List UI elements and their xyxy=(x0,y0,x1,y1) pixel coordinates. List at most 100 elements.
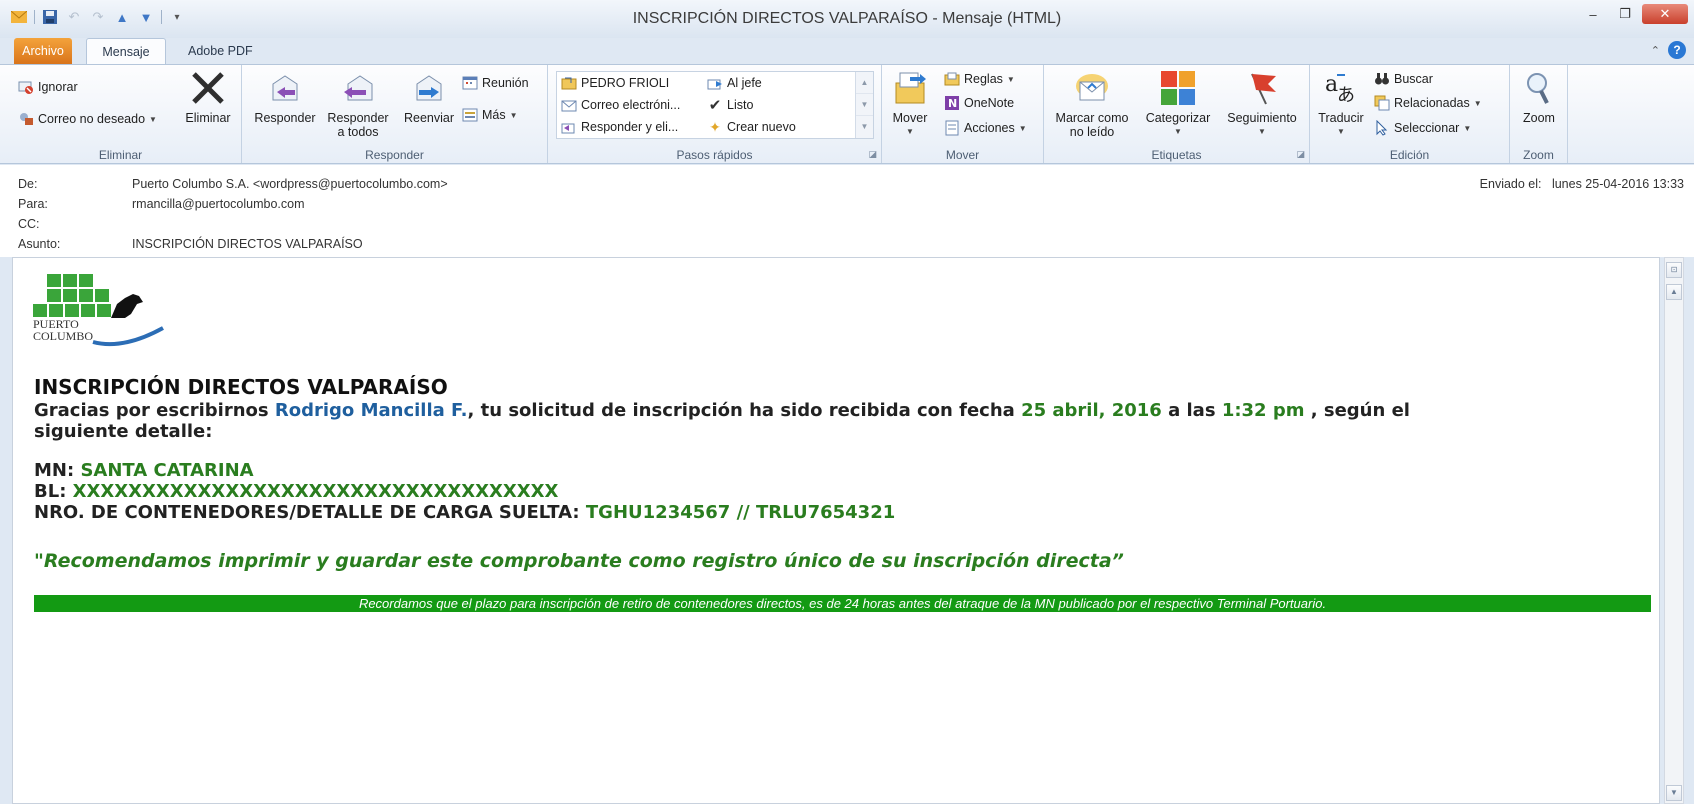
move-to-folder-icon xyxy=(561,75,577,91)
logo-text: PUERTO COLUMBO xyxy=(33,317,94,343)
delete-button[interactable]: Eliminar xyxy=(180,69,236,125)
move-icon xyxy=(890,69,930,107)
group-edicion: aあ Traducir ▼ Buscar Relacionadas ▼ Sele… xyxy=(1310,65,1510,163)
group-eliminar: Ignorar Correo no deseado ▼ Eliminar Eli… xyxy=(0,65,242,163)
ribbon-tabs: Archivo Mensaje Adobe PDF ⌃ ? xyxy=(0,38,1694,64)
scroll-down-icon[interactable]: ▼ xyxy=(856,94,873,116)
window-title: INSCRIPCIÓN DIRECTOS VALPARAÍSO - Mensaj… xyxy=(632,10,1062,27)
view-options-icon[interactable]: ⊡ xyxy=(1666,262,1682,278)
request-date: 25 abril, 2016 xyxy=(1021,400,1162,421)
sent-date: Enviado el: lunes 25-04-2016 13:33 xyxy=(1480,177,1684,191)
select-button[interactable]: Seleccionar ▼ xyxy=(1374,120,1471,136)
quick-step-item[interactable]: ✦ Crear nuevo xyxy=(707,119,796,135)
group-label-edicion: Edición xyxy=(1389,148,1430,162)
greeting-line-2: siguiente detalle: xyxy=(34,421,213,442)
scroll-down-icon[interactable]: ▼ xyxy=(1666,785,1682,801)
translate-button[interactable]: aあ Traducir ▼ xyxy=(1316,69,1366,139)
mn-value: SANTA CATARINA xyxy=(80,460,254,481)
quick-step-item[interactable]: ✔ Listo xyxy=(707,97,754,114)
close-icon[interactable]: ✕ xyxy=(1642,4,1688,24)
group-label-mover: Mover xyxy=(945,148,980,162)
quick-steps-scroll[interactable]: ▲ ▼ ▼ xyxy=(855,72,873,138)
actions-icon xyxy=(944,120,960,136)
actions-button[interactable]: Acciones ▼ xyxy=(944,120,1027,136)
deadline-banner: Recordamos que el plazo para inscripción… xyxy=(34,595,1651,612)
ignore-button[interactable]: Ignorar xyxy=(18,79,78,95)
rules-button[interactable]: Reglas ▼ xyxy=(944,71,1015,87)
expand-gallery-icon[interactable]: ▼ xyxy=(856,116,873,138)
mark-unread-button[interactable]: Marcar como no leído xyxy=(1050,69,1134,139)
scroll-up-icon[interactable]: ▲ xyxy=(1666,284,1682,300)
reply-icon xyxy=(265,69,305,107)
ribbon: Ignorar Correo no deseado ▼ Eliminar Eli… xyxy=(0,64,1694,164)
scroll-up-icon[interactable]: ▲ xyxy=(856,72,873,94)
body-title: INSCRIPCIÓN DIRECTOS VALPARAÍSO xyxy=(34,375,448,399)
svg-text:あ: あ xyxy=(1337,85,1355,105)
dialog-launcher-icon[interactable]: ◪ xyxy=(1296,149,1305,160)
reply-all-icon xyxy=(338,69,378,107)
group-etiquetas: Marcar como no leído Categorizar ▼ Segui… xyxy=(1044,65,1310,163)
more-icon xyxy=(462,107,478,123)
rules-icon xyxy=(944,71,960,87)
tab-adobe-pdf[interactable]: Adobe PDF xyxy=(178,38,263,64)
group-zoom: Zoom Zoom xyxy=(1510,65,1568,163)
reply-all-button[interactable]: Responder a todos xyxy=(322,69,394,139)
envelope-icon xyxy=(1072,69,1112,107)
group-label-zoom: Zoom xyxy=(1523,148,1554,162)
from-value[interactable]: Puerto Columbo S.A. <wordpress@puertocol… xyxy=(132,177,448,191)
quick-step-item[interactable]: Correo electróni... xyxy=(561,97,680,113)
mn-line: MN: SANTA CATARINA xyxy=(34,460,254,481)
restore-icon[interactable]: ❐ xyxy=(1610,4,1640,24)
request-time: 1:32 pm xyxy=(1221,400,1305,421)
recommendation-quote: "Recomendamos imprimir y guardar este co… xyxy=(34,550,1124,572)
translate-icon: aあ xyxy=(1321,69,1361,107)
help-icon[interactable]: ? xyxy=(1668,41,1686,59)
message-body[interactable]: PUERTO COLUMBO INSCRIPCIÓN DIRECTOS VALP… xyxy=(12,257,1660,804)
dialog-launcher-icon[interactable]: ◪ xyxy=(868,149,877,160)
to-label: Para: xyxy=(18,197,48,211)
from-label: De: xyxy=(18,177,38,191)
group-mover: Mover ▼ Reglas ▼ N OneNote Acciones ▼ Mo… xyxy=(882,65,1044,163)
tab-message[interactable]: Mensaje xyxy=(86,38,166,64)
forward-button[interactable]: Reenviar xyxy=(397,69,461,125)
onenote-icon: N xyxy=(944,95,960,111)
subject-value: INSCRIPCIÓN DIRECTOS VALPARAÍSO xyxy=(132,237,363,251)
minimize-ribbon-icon[interactable]: ⌃ xyxy=(1651,44,1660,57)
minimize-icon[interactable]: – xyxy=(1578,4,1608,24)
related-button[interactable]: Relacionadas ▼ xyxy=(1374,95,1482,111)
more-respond-button[interactable]: Más ▼ xyxy=(462,107,518,123)
svg-text:N: N xyxy=(948,97,957,110)
reply-delete-icon xyxy=(561,119,577,135)
applicant-name: Rodrigo Mancilla F. xyxy=(274,400,468,421)
tab-file[interactable]: Archivo xyxy=(14,38,72,64)
create-new-icon: ✦ xyxy=(709,118,721,135)
group-label-pasos: Pasos rápidos xyxy=(676,148,753,162)
junk-button[interactable]: Correo no deseado ▼ xyxy=(18,111,157,127)
categorize-icon xyxy=(1158,69,1198,107)
email-icon xyxy=(561,97,577,113)
bl-line: BL: XXXXXXXXXXXXXXXXXXXXXXXXXXXXXXXXXXX xyxy=(34,481,559,502)
group-label-eliminar: Eliminar xyxy=(98,148,143,162)
onenote-button[interactable]: N OneNote xyxy=(944,95,1014,111)
reply-button[interactable]: Responder xyxy=(250,69,320,125)
forward-icon xyxy=(409,69,449,107)
greeting-line: Gracias por escribirnos Rodrigo Mancilla… xyxy=(34,400,1410,421)
quick-step-item[interactable]: Al jefe xyxy=(707,75,762,91)
quick-step-item[interactable]: PEDRO FRIOLI xyxy=(561,75,669,91)
cursor-icon xyxy=(1374,120,1390,136)
meeting-button[interactable]: Reunión xyxy=(462,75,529,91)
quick-step-item[interactable]: Responder y eli... xyxy=(561,119,678,135)
sent-label: Enviado el: xyxy=(1479,177,1542,191)
containers-value: TGHU1234567 // TRLU7654321 xyxy=(585,502,896,523)
group-label-etiquetas: Etiquetas xyxy=(1151,148,1202,162)
quick-steps-gallery: PEDRO FRIOLI Correo electróni... Respond… xyxy=(556,71,874,139)
followup-button[interactable]: Seguimiento ▼ xyxy=(1220,69,1304,139)
ignore-icon xyxy=(18,79,34,95)
vertical-scrollbar[interactable]: ⊡ ▲ ▼ xyxy=(1664,257,1684,804)
categorize-button[interactable]: Categorizar ▼ xyxy=(1140,69,1216,139)
find-button[interactable]: Buscar xyxy=(1374,71,1433,87)
zoom-button[interactable]: Zoom xyxy=(1514,69,1564,125)
move-button[interactable]: Mover ▼ xyxy=(886,69,934,139)
to-value[interactable]: rmancilla@puertocolumbo.com xyxy=(132,197,304,211)
meeting-icon xyxy=(462,75,478,91)
